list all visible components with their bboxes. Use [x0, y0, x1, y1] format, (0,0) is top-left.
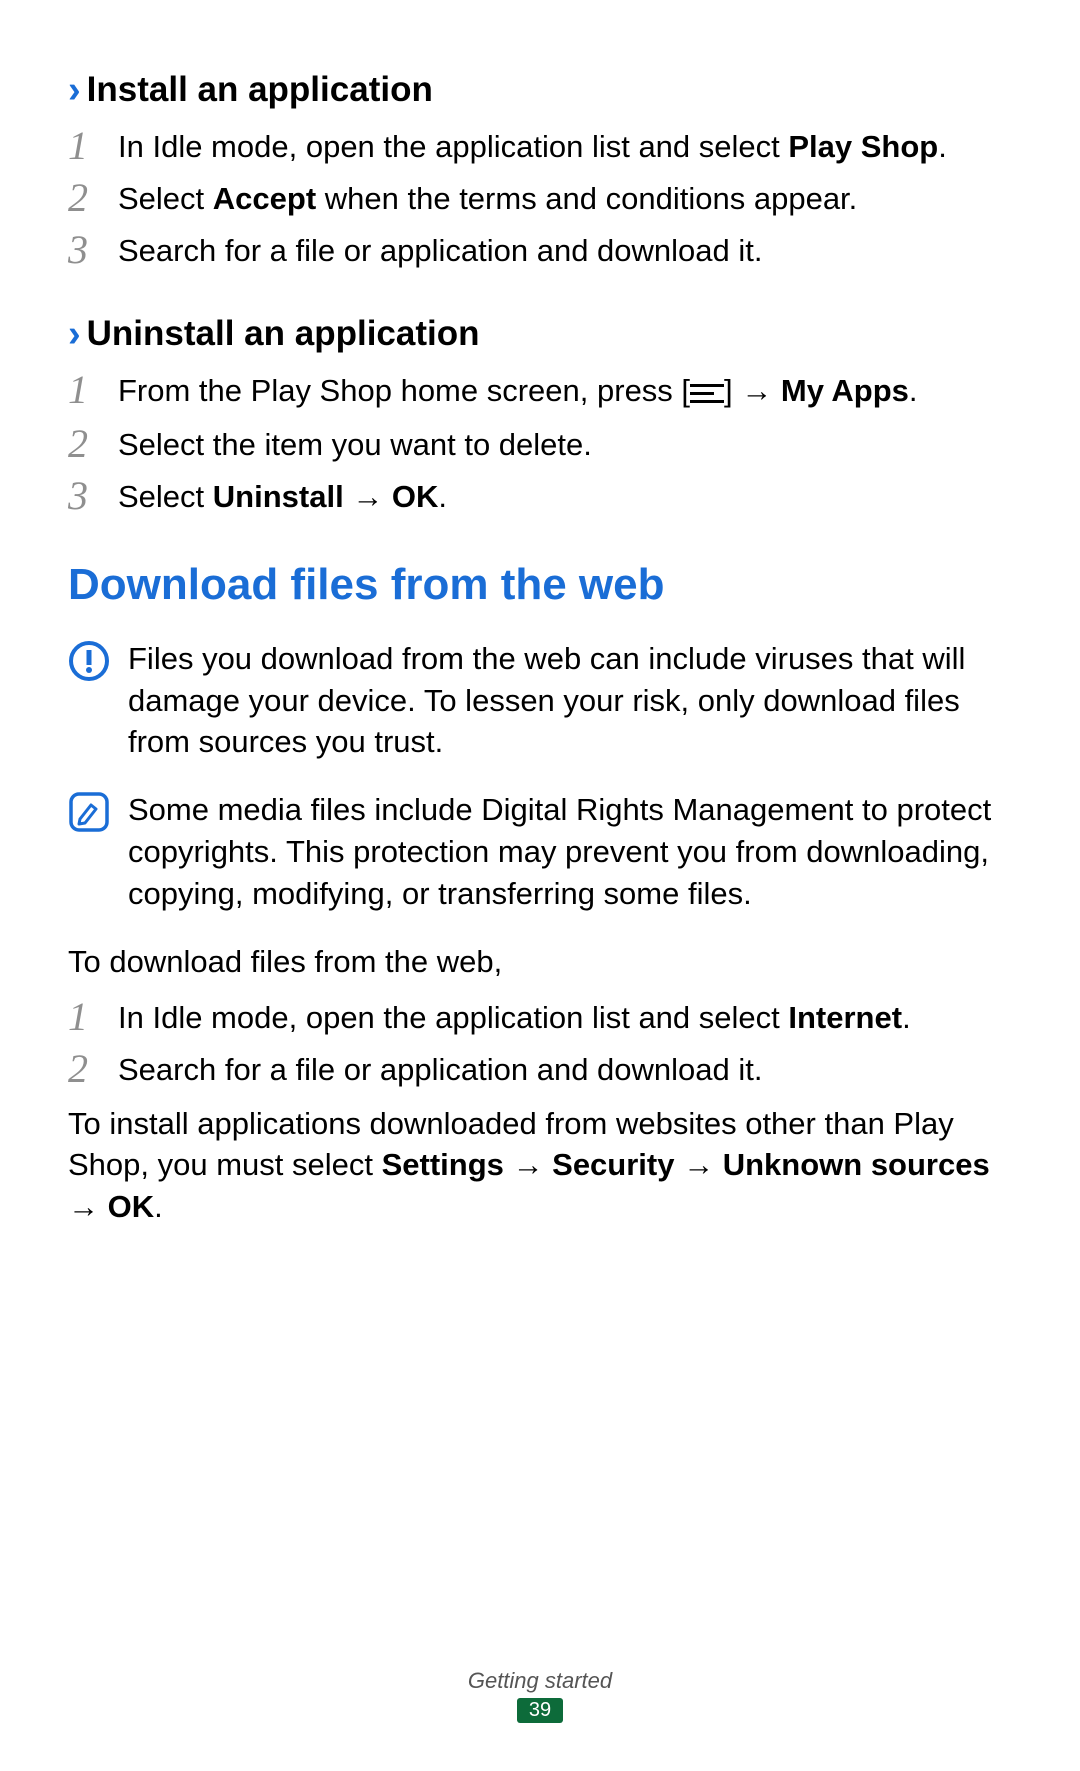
- bold-run: Accept: [213, 181, 316, 216]
- text-run: .: [438, 479, 447, 514]
- bold-run: OK: [108, 1189, 155, 1224]
- list-item: 2 Search for a file or application and d…: [68, 1047, 1012, 1091]
- install-heading: › Install an application: [68, 70, 1012, 110]
- warning-block: Files you download from the web can incl…: [68, 638, 1012, 764]
- text-run: when the terms and conditions appear.: [316, 181, 857, 216]
- list-item: 2 Select Accept when the terms and condi…: [68, 176, 1012, 220]
- bold-run: Security: [552, 1147, 674, 1182]
- download-steps: 1 In Idle mode, open the application lis…: [68, 995, 1012, 1091]
- text-run: Select: [118, 181, 213, 216]
- download-trailing-text: To install applications downloaded from …: [68, 1103, 1012, 1229]
- bold-run: Play Shop: [788, 129, 938, 164]
- bold-run: My Apps: [781, 373, 909, 408]
- step-number: 2: [68, 176, 112, 220]
- list-item: 3 Search for a file or application and d…: [68, 228, 1012, 272]
- text-run: →: [504, 1147, 552, 1182]
- page-footer: Getting started 39: [0, 1668, 1080, 1723]
- step-text: Search for a file or application and dow…: [118, 228, 1012, 272]
- text-run: .: [154, 1189, 163, 1224]
- list-item: 1 From the Play Shop home screen, press …: [68, 368, 1012, 414]
- bold-run: Unknown sources: [723, 1147, 990, 1182]
- step-text: In Idle mode, open the application list …: [118, 995, 1012, 1039]
- text-run: →: [674, 1147, 722, 1182]
- step-text: Select Uninstall → OK.: [118, 474, 1012, 518]
- bold-run: Uninstall: [213, 479, 344, 514]
- list-item: 1 In Idle mode, open the application lis…: [68, 995, 1012, 1039]
- download-heading: Download files from the web: [68, 560, 1012, 610]
- bold-run: Settings: [382, 1147, 504, 1182]
- step-number: 1: [68, 368, 112, 412]
- menu-icon: [690, 372, 724, 414]
- text-run: Select: [118, 479, 213, 514]
- step-text: Select Accept when the terms and conditi…: [118, 176, 1012, 220]
- step-number: 2: [68, 422, 112, 466]
- list-item: 2 Select the item you want to delete.: [68, 422, 1012, 466]
- text-run: .: [909, 373, 918, 408]
- install-steps: 1 In Idle mode, open the application lis…: [68, 124, 1012, 272]
- note-text: Some media files include Digital Rights …: [128, 789, 1012, 915]
- list-item: 3 Select Uninstall → OK.: [68, 474, 1012, 518]
- list-item: 1 In Idle mode, open the application lis…: [68, 124, 1012, 168]
- uninstall-heading-text: Uninstall an application: [87, 314, 480, 354]
- step-text: Search for a file or application and dow…: [118, 1047, 1012, 1091]
- step-number: 3: [68, 228, 112, 272]
- page-number-badge: 39: [517, 1698, 563, 1723]
- text-run: ] →: [724, 373, 781, 408]
- uninstall-steps: 1 From the Play Shop home screen, press …: [68, 368, 1012, 518]
- text-run: In Idle mode, open the application list …: [118, 129, 788, 164]
- step-number: 1: [68, 995, 112, 1039]
- install-heading-text: Install an application: [87, 70, 433, 110]
- step-number: 2: [68, 1047, 112, 1091]
- download-intro: To download files from the web,: [68, 941, 1012, 983]
- chevron-right-icon: ›: [68, 315, 81, 353]
- text-run: .: [902, 1000, 911, 1035]
- note-block: Some media files include Digital Rights …: [68, 789, 1012, 915]
- text-run: .: [938, 129, 947, 164]
- step-text: Select the item you want to delete.: [118, 422, 1012, 466]
- text-run: →: [344, 479, 392, 514]
- step-number: 1: [68, 124, 112, 168]
- footer-section-label: Getting started: [0, 1668, 1080, 1694]
- text-run: In Idle mode, open the application list …: [118, 1000, 788, 1035]
- text-run: →: [68, 1189, 108, 1224]
- text-run: From the Play Shop home screen, press [: [118, 373, 690, 408]
- note-icon: [68, 791, 110, 844]
- bold-run: OK: [392, 479, 439, 514]
- step-text: In Idle mode, open the application list …: [118, 124, 1012, 168]
- step-text: From the Play Shop home screen, press []…: [118, 368, 1012, 414]
- uninstall-heading: › Uninstall an application: [68, 314, 1012, 354]
- step-number: 3: [68, 474, 112, 518]
- chevron-right-icon: ›: [68, 71, 81, 109]
- warning-icon: [68, 640, 110, 693]
- warning-text: Files you download from the web can incl…: [128, 638, 1012, 764]
- bold-run: Internet: [788, 1000, 902, 1035]
